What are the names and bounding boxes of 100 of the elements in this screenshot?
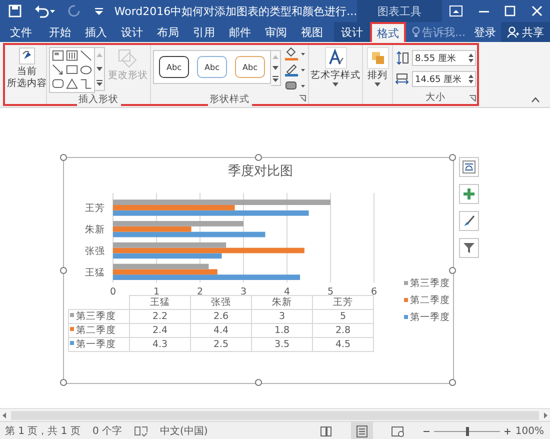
undo-icon[interactable] (34, 4, 56, 18)
layers-icon (366, 47, 388, 69)
legend-label: 第一季度 (410, 312, 450, 323)
rectangle-icon[interactable] (66, 64, 78, 76)
ribbon-tab[interactable]: 设计 (114, 22, 150, 42)
chart-elements-button[interactable] (459, 184, 479, 204)
zoom-slider[interactable] (466, 426, 469, 436)
ribbon-tab[interactable]: 设计 (334, 22, 370, 42)
letter-a-icon (324, 47, 346, 69)
current-selection-button[interactable]: 当前 所选内容 (7, 47, 47, 89)
line-icon[interactable] (80, 50, 92, 62)
chart-styles-button[interactable] (459, 211, 479, 231)
connector-icon[interactable] (80, 78, 92, 90)
read-mode-icon (319, 424, 334, 438)
legend-label: 第三季度 (410, 278, 450, 289)
group-label: 形状样式 (208, 93, 252, 106)
language-indicator[interactable]: 中文(中国) (160, 424, 208, 438)
web-layout-icon (391, 424, 406, 438)
table-cell: 2.6 (190, 310, 252, 324)
ribbon-tab[interactable]: 邮件 (222, 22, 258, 42)
row-header: 第二季度 (76, 324, 116, 336)
triangle-icon[interactable] (66, 78, 78, 90)
word-count[interactable]: 0 个字 (92, 424, 122, 438)
resize-handle[interactable] (254, 154, 262, 161)
fill-bucket-icon[interactable] (284, 47, 306, 61)
column-header: 王芳 (312, 296, 374, 310)
style-preset[interactable]: Abc (159, 56, 189, 78)
dialog-launcher-icon[interactable] (469, 95, 476, 102)
spinner-icon[interactable] (468, 52, 474, 64)
zoom-level[interactable]: 100% (515, 426, 544, 436)
arrange-button[interactable]: 排列 (366, 47, 388, 87)
lightbulb-icon (412, 26, 420, 38)
resize-handle[interactable] (60, 379, 67, 386)
wordart-styles-button[interactable]: 艺术字样式 (310, 47, 360, 87)
chart-filters-button[interactable] (459, 238, 479, 258)
ribbon-tab[interactable]: 插入 (78, 22, 114, 42)
oval-icon[interactable] (80, 64, 92, 76)
resize-handle[interactable] (449, 379, 456, 386)
ribbon-tab[interactable]: 引用 (186, 22, 222, 42)
horizontal-scrollbar[interactable] (0, 408, 550, 421)
group-label: 大小 (424, 91, 448, 104)
proofing-icon[interactable] (134, 425, 148, 437)
shape-pointer-icon (19, 47, 35, 65)
print-layout-button[interactable] (351, 422, 374, 439)
layout-options-button[interactable] (459, 157, 479, 177)
row-header: 第三季度 (76, 310, 116, 322)
scroll-down-icon[interactable] (271, 64, 280, 72)
table-cell: 2.5 (190, 338, 252, 352)
row-header: 第一季度 (76, 338, 116, 350)
style-preset[interactable]: Abc (197, 56, 227, 78)
zoom-in-icon[interactable] (504, 428, 512, 434)
resize-handle[interactable] (60, 266, 67, 274)
resize-handle[interactable] (449, 266, 456, 274)
collapse-ribbon-icon[interactable] (531, 97, 540, 103)
column-header: 张强 (190, 296, 252, 310)
ribbon-tab[interactable]: 文件 (0, 22, 42, 42)
style-preset[interactable]: Abc (235, 56, 265, 78)
group-label: 插入形状 (76, 93, 120, 106)
axis-tick-label: 1 (153, 286, 160, 295)
category-label: 朱新 (85, 224, 105, 236)
dialog-launcher-icon[interactable] (299, 95, 306, 102)
scroll-down-icon[interactable] (95, 65, 104, 73)
ribbon-tab[interactable]: 视图 (294, 22, 330, 42)
more-icon[interactable] (271, 75, 280, 84)
share-button[interactable]: 共享 (501, 22, 550, 42)
resize-handle[interactable] (60, 154, 67, 161)
resize-handle[interactable] (254, 379, 262, 386)
redo-icon[interactable] (68, 4, 82, 18)
rounded-rectangle-icon[interactable] (52, 78, 64, 90)
caret-icon (332, 82, 339, 87)
table-cell: 5 (312, 310, 374, 324)
spinner-icon[interactable] (468, 73, 474, 85)
axis-tick-label: 2 (196, 286, 204, 295)
person-icon (507, 26, 519, 38)
height-field[interactable]: 8.55 厘米 (412, 50, 476, 66)
axis-tick-label: 5 (327, 286, 334, 295)
ribbon-display-icon[interactable] (449, 5, 464, 17)
table-cell: 2.2 (130, 310, 190, 324)
maximize-icon[interactable] (504, 5, 516, 17)
shapes-icon (117, 47, 139, 69)
width-field[interactable]: 14.65 厘米 (412, 71, 476, 87)
column-header: 朱新 (252, 296, 312, 310)
shape-gallery[interactable] (49, 47, 95, 93)
text-box-icon[interactable] (52, 50, 64, 62)
category-label: 王猛 (85, 267, 105, 278)
axis-tick-label: 6 (370, 286, 378, 295)
close-icon[interactable] (530, 5, 543, 17)
vertical-text-box-icon[interactable] (66, 50, 78, 62)
ribbon-tab[interactable]: 布局 (150, 22, 186, 42)
resize-handle[interactable] (449, 154, 456, 161)
more-icon[interactable] (95, 79, 104, 87)
axis-tick-label: 3 (240, 286, 247, 295)
sign-in-link[interactable]: 登录 (470, 22, 500, 42)
arrow-icon[interactable] (52, 64, 64, 76)
pen-outline-icon[interactable] (284, 63, 306, 77)
ribbon-tab[interactable]: 开始 (42, 22, 78, 42)
ribbon-tab[interactable]: 格式 (370, 22, 406, 42)
ribbon-tab[interactable]: 审阅 (258, 22, 294, 42)
chart-title: 季度对比图 (227, 163, 294, 181)
page-count[interactable]: 第 1 页，共 1 页 (5, 424, 80, 438)
